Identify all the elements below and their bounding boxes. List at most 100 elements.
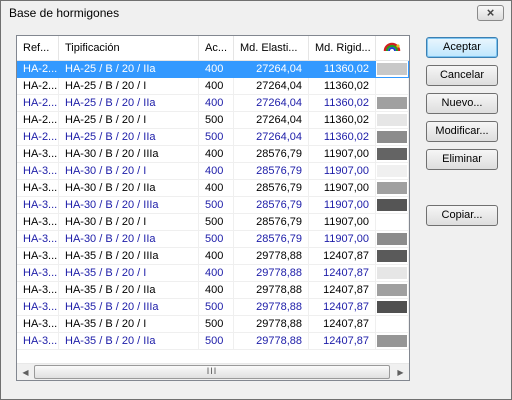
accept-button[interactable]: Aceptar xyxy=(426,37,498,58)
cell-ref: HA-3... xyxy=(17,333,59,350)
table-row[interactable]: HA-2... HA-25 / B / 20 / I 500 27264,04 1136… xyxy=(17,112,409,129)
color-swatch xyxy=(377,250,407,262)
column-header-color[interactable] xyxy=(376,36,409,60)
cell-md-rigidez: 12407,87 xyxy=(309,248,376,265)
horizontal-scrollbar[interactable]: ◀ III ▶ xyxy=(17,363,409,380)
column-header-md-rigidez[interactable]: Md. Rigid... xyxy=(309,36,376,60)
column-header-md-elasticidad[interactable]: Md. Elasti... xyxy=(234,36,309,60)
color-swatch xyxy=(377,216,407,228)
color-swatch xyxy=(377,131,407,143)
cell-tipificacion: HA-35 / B / 20 / IIIa xyxy=(59,248,199,265)
cell-tipificacion: HA-35 / B / 20 / I xyxy=(59,265,199,282)
cell-tipificacion: HA-35 / B / 20 / IIa xyxy=(59,282,199,299)
cancel-button[interactable]: Cancelar xyxy=(426,65,498,86)
copy-button[interactable]: Copiar... xyxy=(426,205,498,226)
table-row[interactable]: HA-2... HA-25 / B / 20 / IIa 400 27264,04 11… xyxy=(17,95,409,112)
cell-tipificacion: HA-25 / B / 20 / IIa xyxy=(59,129,199,146)
table-row[interactable]: HA-3... HA-35 / B / 20 / I 500 29778,88 1240… xyxy=(17,316,409,333)
scroll-track[interactable]: III xyxy=(34,365,406,380)
cell-md-rigidez: 11907,00 xyxy=(309,231,376,248)
table-row[interactable]: HA-3... HA-35 / B / 20 / IIa 400 29778,88 12… xyxy=(17,282,409,299)
cell-md-elasticidad: 28576,79 xyxy=(234,146,309,163)
close-button[interactable]: × xyxy=(477,5,504,21)
table-row[interactable]: HA-3... HA-30 / B / 20 / IIIa 500 28576,79 1… xyxy=(17,197,409,214)
column-header-tipificacion[interactable]: Tipificación xyxy=(59,36,199,60)
delete-button[interactable]: Eliminar xyxy=(426,149,498,170)
cell-md-rigidez: 11360,02 xyxy=(309,95,376,112)
cell-ref: HA-3... xyxy=(17,248,59,265)
scroll-right-icon[interactable]: ▶ xyxy=(392,364,409,380)
table-row[interactable]: HA-3... HA-30 / B / 20 / IIIa 400 28576,79 1… xyxy=(17,146,409,163)
modify-button[interactable]: Modificar... xyxy=(426,121,498,142)
cell-color xyxy=(376,61,409,78)
cell-color xyxy=(376,299,409,316)
color-swatch xyxy=(377,148,407,160)
cell-color xyxy=(376,231,409,248)
color-swatch xyxy=(377,165,407,177)
table-row[interactable]: HA-3... HA-30 / B / 20 / IIa 400 28576,79 11… xyxy=(17,180,409,197)
cell-md-rigidez: 12407,87 xyxy=(309,299,376,316)
cell-md-rigidez: 12407,87 xyxy=(309,316,376,333)
cell-tipificacion: HA-25 / B / 20 / I xyxy=(59,112,199,129)
cell-ref: HA-2... xyxy=(17,95,59,112)
cell-ref: HA-3... xyxy=(17,316,59,333)
scroll-left-icon[interactable]: ◀ xyxy=(17,364,34,380)
scroll-thumb[interactable]: III xyxy=(34,365,390,379)
cell-md-rigidez: 11907,00 xyxy=(309,146,376,163)
cell-tipificacion: HA-30 / B / 20 / I xyxy=(59,163,199,180)
cell-md-elasticidad: 27264,04 xyxy=(234,112,309,129)
color-swatch xyxy=(377,284,407,296)
cell-acero: 500 xyxy=(199,231,234,248)
cell-tipificacion: HA-25 / B / 20 / IIa xyxy=(59,95,199,112)
column-header-ref[interactable]: Ref... xyxy=(17,36,59,60)
color-swatch xyxy=(377,114,407,126)
cell-acero: 400 xyxy=(199,163,234,180)
cell-color xyxy=(376,95,409,112)
color-swatch xyxy=(377,301,407,313)
new-button[interactable]: Nuevo... xyxy=(426,93,498,114)
column-header-acero[interactable]: Ac... xyxy=(199,36,234,60)
cell-md-rigidez: 12407,87 xyxy=(309,282,376,299)
table-row[interactable]: HA-2... HA-25 / B / 20 / I 400 27264,04 1136… xyxy=(17,78,409,95)
color-swatch xyxy=(377,97,407,109)
cell-color xyxy=(376,316,409,333)
cell-acero: 400 xyxy=(199,282,234,299)
table-row[interactable]: HA-3... HA-30 / B / 20 / IIa 500 28576,79 11… xyxy=(17,231,409,248)
cell-ref: HA-3... xyxy=(17,282,59,299)
cell-tipificacion: HA-35 / B / 20 / IIIa xyxy=(59,299,199,316)
cell-tipificacion: HA-30 / B / 20 / IIa xyxy=(59,180,199,197)
cell-md-elasticidad: 29778,88 xyxy=(234,316,309,333)
table-row[interactable]: HA-3... HA-35 / B / 20 / IIIa 500 29778,88 1… xyxy=(17,299,409,316)
cell-md-rigidez: 11907,00 xyxy=(309,163,376,180)
table-row[interactable]: HA-3... HA-35 / B / 20 / IIIa 400 29778,88 1… xyxy=(17,248,409,265)
cell-md-rigidez: 11360,02 xyxy=(309,129,376,146)
cell-ref: HA-3... xyxy=(17,146,59,163)
dialog-window: Base de hormigones × Ref... Tipificación… xyxy=(0,0,512,400)
cell-color xyxy=(376,180,409,197)
cell-acero: 400 xyxy=(199,61,234,78)
table-row[interactable]: HA-2... HA-25 / B / 20 / IIa 500 27264,04 11… xyxy=(17,129,409,146)
table-row[interactable]: HA-2... HA-25 / B / 20 / IIa 400 27264,04 11… xyxy=(17,61,409,78)
cell-md-elasticidad: 29778,88 xyxy=(234,248,309,265)
table-row[interactable]: HA-3... HA-30 / B / 20 / I 400 28576,79 1190… xyxy=(17,163,409,180)
cell-tipificacion: HA-35 / B / 20 / I xyxy=(59,316,199,333)
cell-ref: HA-3... xyxy=(17,265,59,282)
table-row[interactable]: HA-3... HA-35 / B / 20 / I 400 29778,88 1240… xyxy=(17,265,409,282)
cell-color xyxy=(376,163,409,180)
cell-acero: 500 xyxy=(199,112,234,129)
cell-tipificacion: HA-30 / B / 20 / IIa xyxy=(59,231,199,248)
list-header: Ref... Tipificación Ac... Md. Elasti... … xyxy=(17,36,409,61)
cell-color xyxy=(376,112,409,129)
color-palette-icon xyxy=(383,42,401,52)
cell-ref: HA-3... xyxy=(17,180,59,197)
window-title: Base de hormigones xyxy=(9,6,120,20)
table-row[interactable]: HA-3... HA-30 / B / 20 / I 500 28576,79 1190… xyxy=(17,214,409,231)
table-row[interactable]: HA-3... HA-35 / B / 20 / IIa 500 29778,88 12… xyxy=(17,333,409,350)
cell-acero: 500 xyxy=(199,299,234,316)
close-icon: × xyxy=(486,5,495,20)
cell-md-elasticidad: 27264,04 xyxy=(234,61,309,78)
color-swatch xyxy=(377,63,407,75)
cell-color xyxy=(376,265,409,282)
concrete-list[interactable]: Ref... Tipificación Ac... Md. Elasti... … xyxy=(16,35,410,381)
cell-tipificacion: HA-35 / B / 20 / IIa xyxy=(59,333,199,350)
